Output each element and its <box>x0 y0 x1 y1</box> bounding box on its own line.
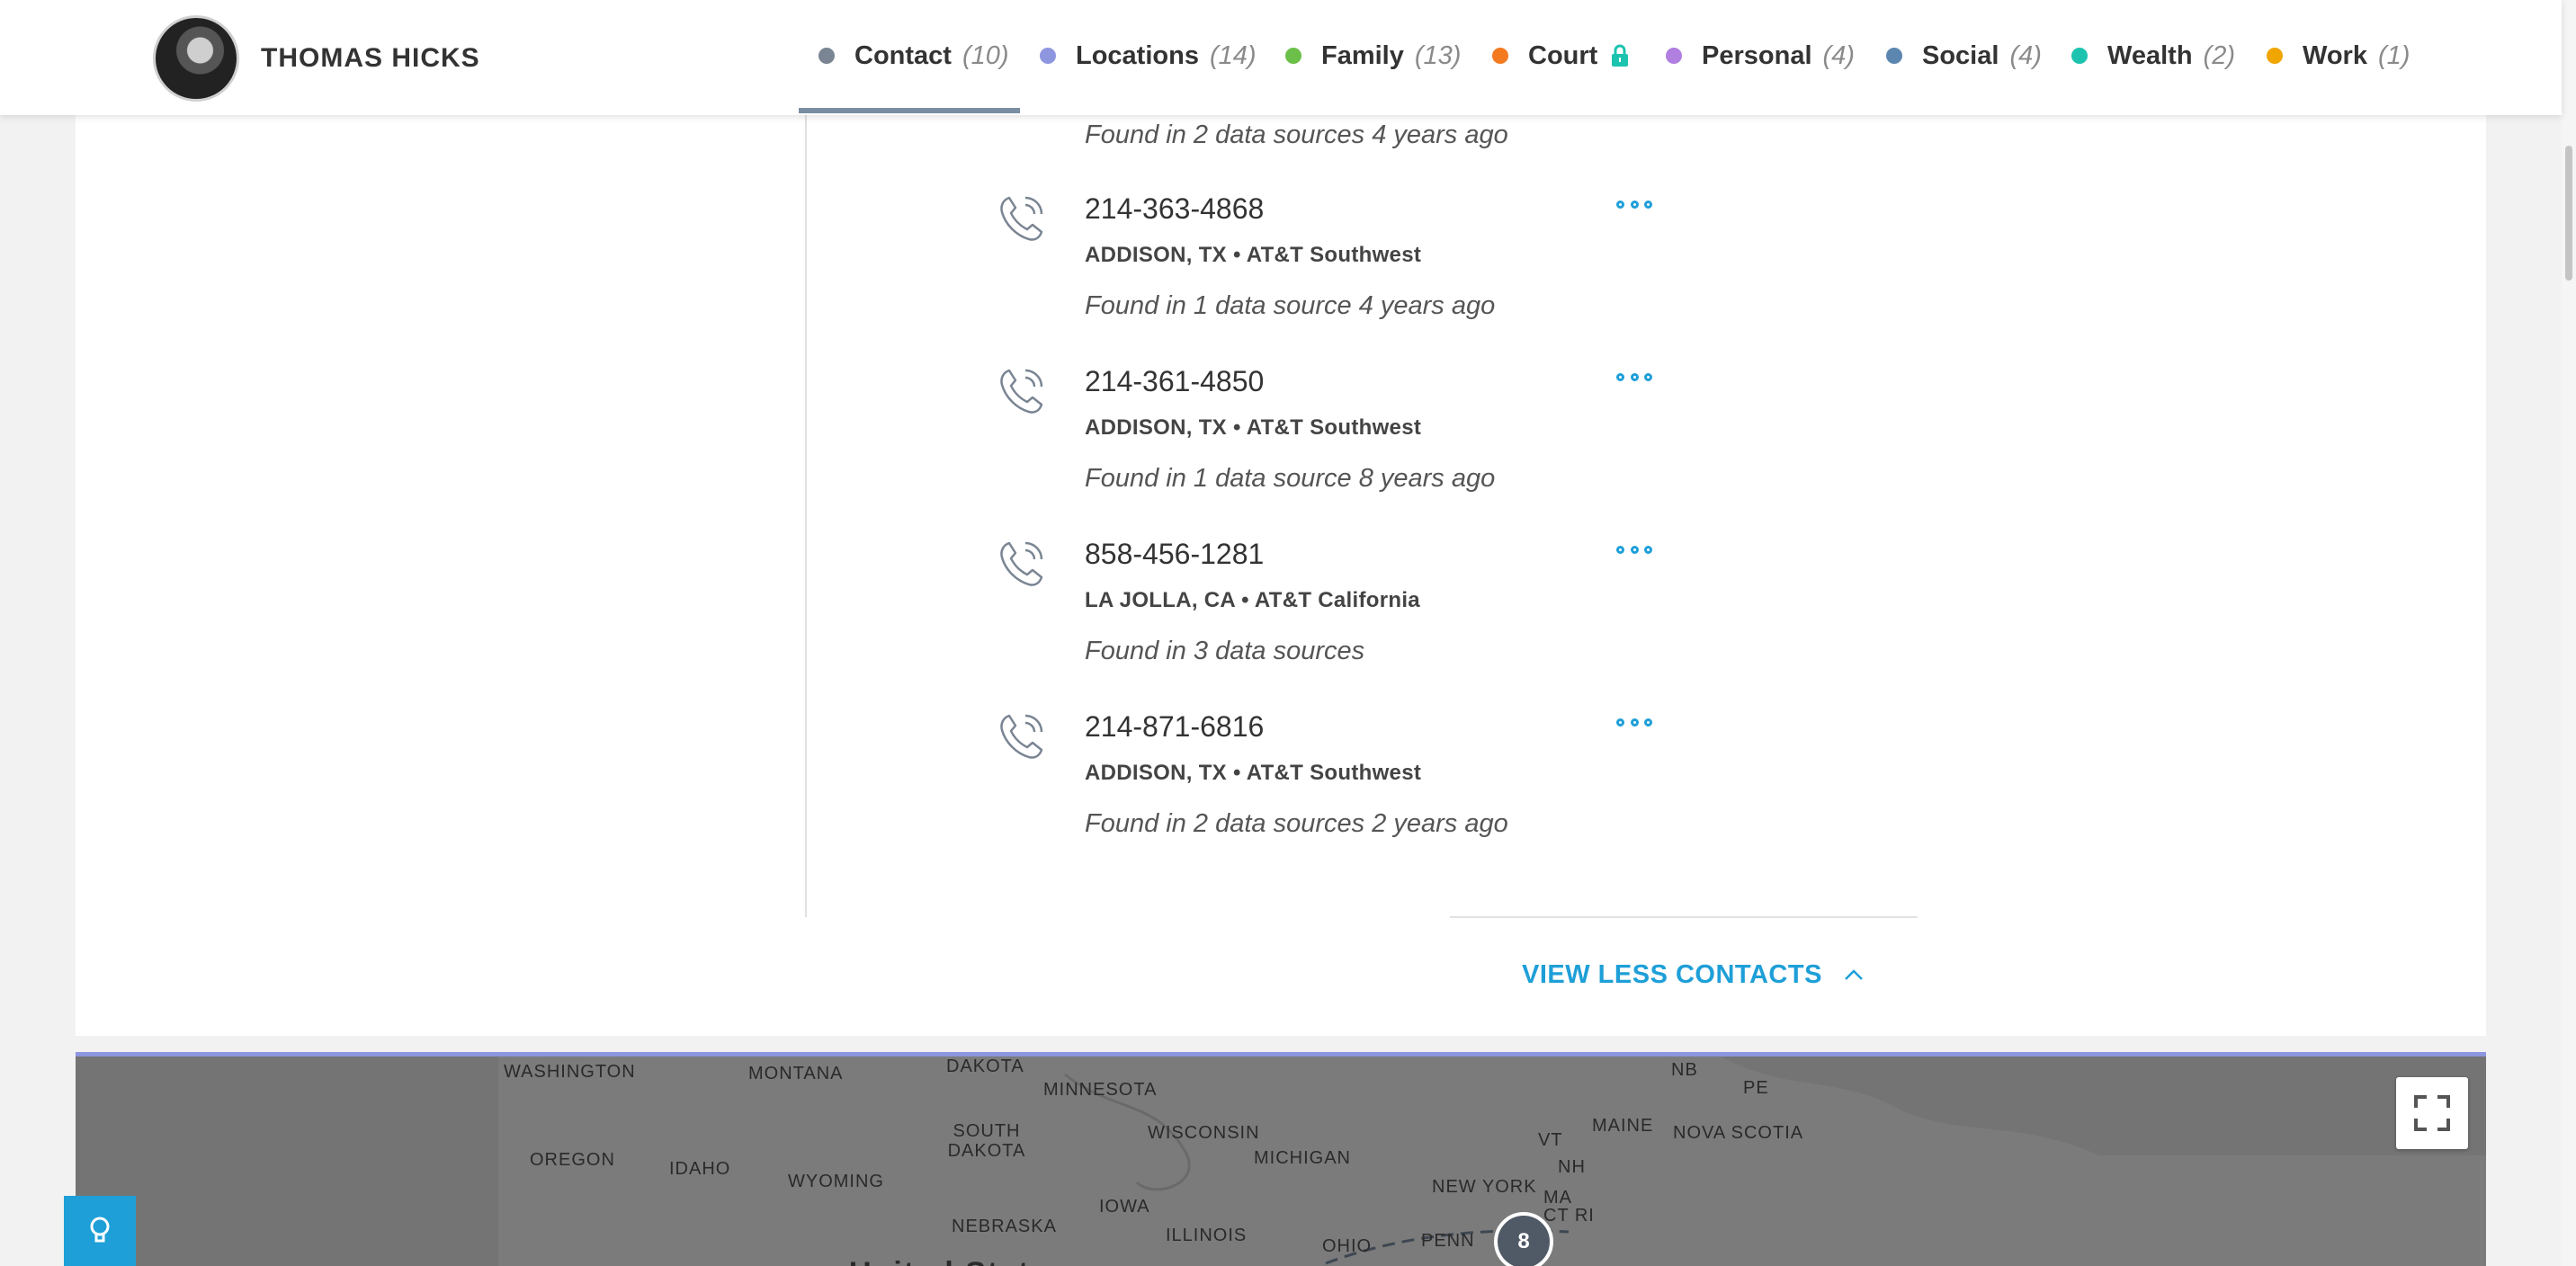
phone-icon <box>1000 369 1043 414</box>
map-label: NEW YORK <box>1432 1177 1537 1197</box>
tab-dot <box>1040 48 1056 64</box>
tab-dot <box>1666 48 1682 64</box>
tab-dot <box>1886 48 1902 64</box>
tab-contact[interactable]: Contact (10) <box>818 38 1009 74</box>
map-label: MAINE <box>1592 1116 1654 1136</box>
tab-wealth[interactable]: Wealth (2) <box>2071 38 2235 74</box>
tab-locations[interactable]: Locations (14) <box>1040 38 1257 74</box>
map-label: DAKOTA <box>946 1056 1024 1076</box>
map-label: PENN <box>1421 1231 1475 1251</box>
phone-location: ADDISON, TX • AT&T Southwest <box>1085 415 1422 440</box>
phone-number[interactable]: 214-871-6816 <box>1085 710 1264 744</box>
phone-found: Found in 2 data sources 2 years ago <box>1085 809 1508 838</box>
tab-social[interactable]: Social (4) <box>1886 38 2042 74</box>
more-options-button[interactable] <box>1616 373 1652 386</box>
map-label: IOWA <box>1099 1197 1150 1217</box>
tab-label: Wealth <box>2107 40 2193 70</box>
phone-found: Found in 3 data sources <box>1085 637 1365 665</box>
map-label: CT RI <box>1543 1206 1595 1226</box>
phone-number[interactable]: 214-361-4850 <box>1085 365 1264 398</box>
tab-dot <box>2071 48 2088 64</box>
lock-icon <box>1612 44 1629 67</box>
phone-location: ADDISON, TX • AT&T Southwest <box>1085 243 1422 267</box>
map-label: WISCONSIN <box>1148 1123 1260 1143</box>
more-options-button[interactable] <box>1616 718 1652 731</box>
column-divider <box>805 115 807 917</box>
phone-location: LA JOLLA, CA • AT&T California <box>1085 588 1420 612</box>
scrollbar-thumb[interactable] <box>2565 146 2572 281</box>
cluster-count: 8 <box>1517 1229 1530 1253</box>
tab-label: Social <box>1922 40 1999 70</box>
phone-found: Found in 1 data source 4 years ago <box>1085 291 1496 320</box>
tab-dot <box>1285 48 1301 64</box>
tab-count: (14) <box>1209 40 1257 70</box>
more-options-button[interactable] <box>1616 201 1652 213</box>
map-label: MONTANA <box>748 1064 844 1083</box>
tab-label: Contact <box>854 40 952 70</box>
phone-number[interactable]: 214-363-4868 <box>1085 192 1264 226</box>
map-label: NEBRASKA <box>952 1217 1057 1236</box>
tab-label: Locations <box>1076 40 1199 70</box>
phone-icon <box>1000 541 1043 586</box>
phone-number[interactable]: 858-456-1281 <box>1085 538 1264 571</box>
tab-count: (13) <box>1414 40 1462 70</box>
tab-label: Family <box>1321 40 1404 70</box>
map-label: VT <box>1538 1130 1563 1150</box>
map-label: SOUTH DAKOTA <box>947 1121 1026 1161</box>
map-label: NOVA SCOTIA <box>1673 1123 1804 1143</box>
view-less-contacts-button[interactable]: VIEW LESS CONTACTS <box>1522 960 1864 990</box>
map-label: OREGON <box>530 1150 615 1170</box>
more-options-button[interactable] <box>1616 546 1652 558</box>
map-label: WASHINGTON <box>504 1062 636 1082</box>
map-label: NB <box>1671 1060 1698 1080</box>
tab-count: (4) <box>2009 40 2042 70</box>
map-label: PE <box>1743 1078 1769 1098</box>
tab-label: Court <box>1528 40 1598 70</box>
contact-found-partial: Found in 2 data sources 4 years ago <box>1085 120 1508 149</box>
tab-count: (1) <box>2377 40 2411 70</box>
map-label: IDAHO <box>669 1159 731 1179</box>
phone-found: Found in 1 data source 8 years ago <box>1085 464 1496 493</box>
phone-location: ADDISON, TX • AT&T Southwest <box>1085 761 1422 785</box>
help-tips-button[interactable] <box>64 1196 136 1266</box>
map-label-country: United States <box>849 1256 1068 1266</box>
view-less-label: VIEW LESS CONTACTS <box>1522 960 1822 989</box>
tab-dot <box>1492 48 1508 64</box>
tab-count: (10) <box>962 40 1009 70</box>
phone-icon <box>1000 714 1043 759</box>
profile-page: Found in 2 data sources 4 years ago 214-… <box>0 0 2576 1266</box>
map-label: WYOMING <box>788 1172 884 1191</box>
tab-work[interactable]: Work (1) <box>2267 38 2410 74</box>
tab-label: Work <box>2303 40 2367 70</box>
tab-count: (4) <box>1822 40 1855 70</box>
tab-label: Personal <box>1702 40 1812 70</box>
section-divider <box>1450 916 1918 918</box>
chevron-up-icon <box>1845 968 1863 980</box>
map-label: MICHIGAN <box>1254 1148 1351 1168</box>
map-label: ILLINOIS <box>1166 1226 1248 1245</box>
tab-personal[interactable]: Personal (4) <box>1666 38 1855 74</box>
map-cluster-marker[interactable]: 8 <box>1494 1212 1553 1266</box>
tab-count: (2) <box>2203 40 2235 70</box>
tab-dot <box>818 48 835 64</box>
map-label: OHIO <box>1322 1236 1373 1256</box>
locations-map[interactable]: WASHINGTON MONTANA DAKOTA MINNESOTA NB P… <box>76 1052 2486 1266</box>
lightbulb-icon <box>90 1217 110 1243</box>
tab-family[interactable]: Family (13) <box>1285 38 1461 74</box>
map-fullscreen-button[interactable] <box>2396 1077 2468 1149</box>
map-label: MINNESOTA <box>1043 1080 1158 1100</box>
active-tab-indicator <box>799 108 1020 113</box>
tab-dot <box>2267 48 2283 64</box>
map-label: NH <box>1558 1157 1586 1177</box>
page-scrollbar[interactable] <box>2562 0 2576 1266</box>
profile-header: THOMAS HICKS Contact (10) Locations (14)… <box>0 0 2562 115</box>
phone-icon <box>1000 196 1043 241</box>
section-tabs: Contact (10) Locations (14) Family (13) … <box>0 0 2562 115</box>
tab-court[interactable]: Court <box>1492 38 1630 74</box>
fullscreen-icon <box>2414 1095 2450 1131</box>
